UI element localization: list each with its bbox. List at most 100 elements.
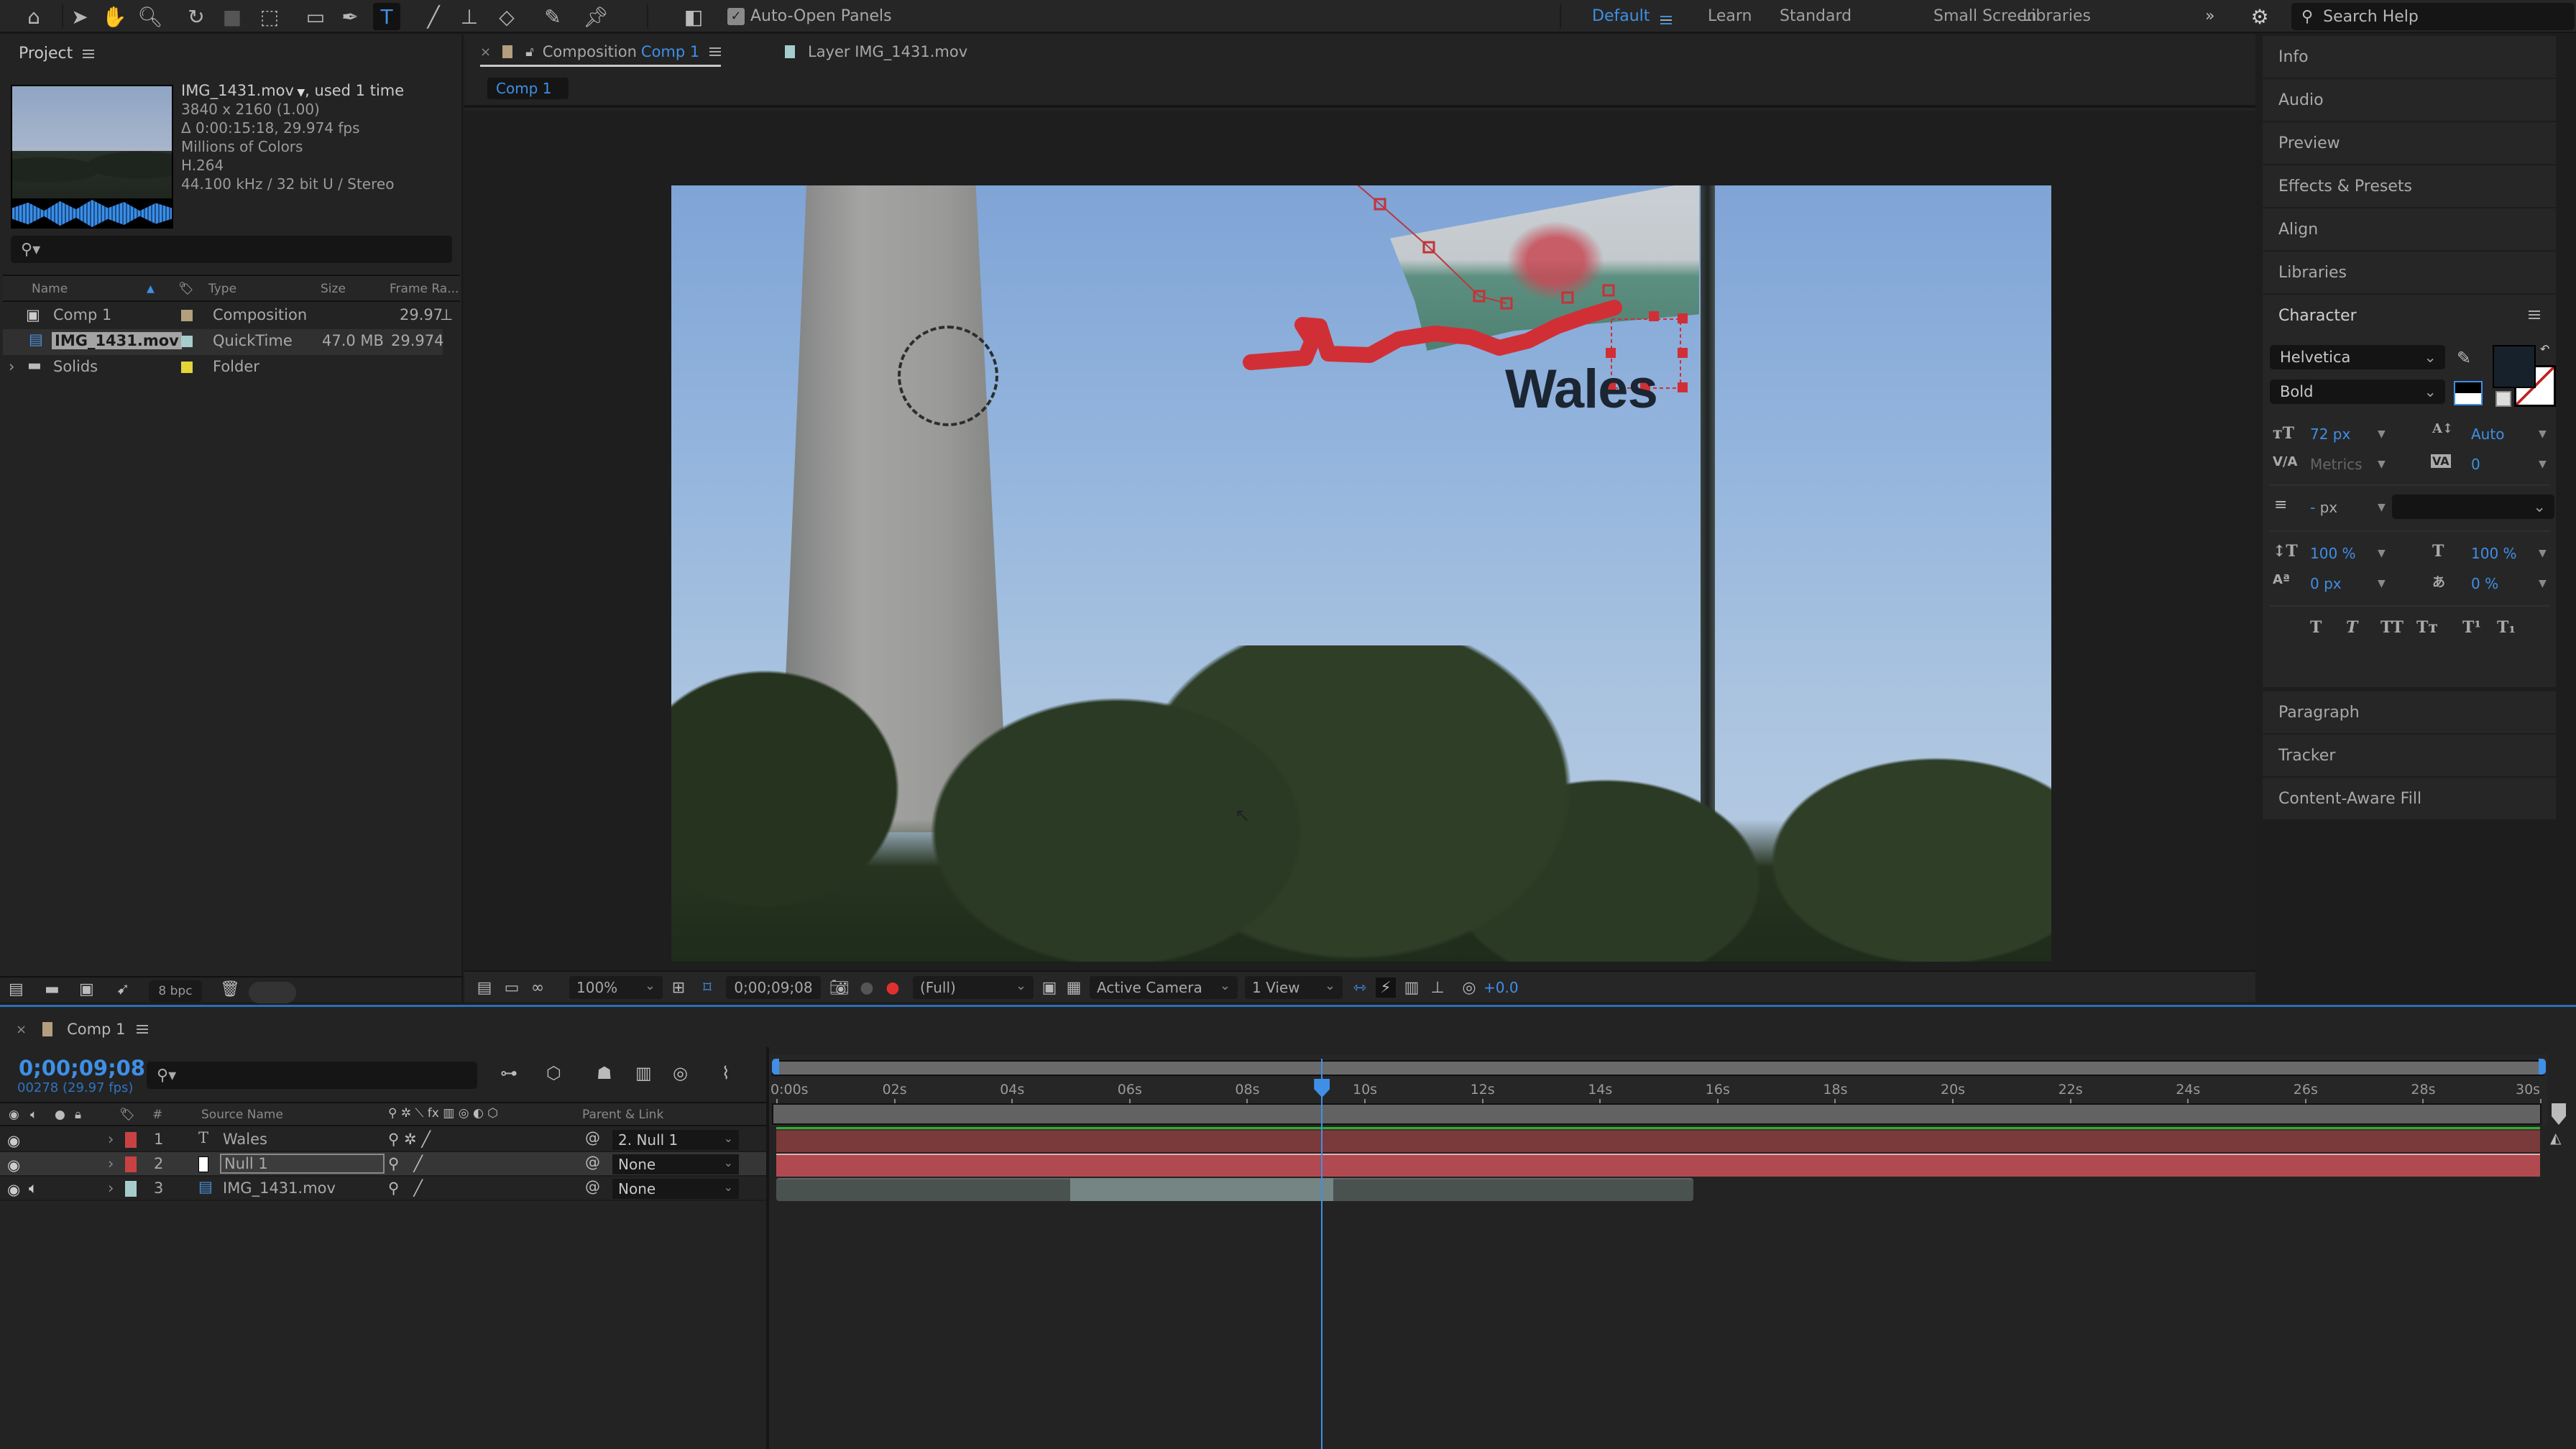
exposure-reset-icon[interactable]: ◎ bbox=[1459, 978, 1479, 998]
layer-switches[interactable]: ⚲ ✲ ╱ bbox=[388, 1131, 431, 1148]
layer-label-color[interactable] bbox=[125, 1132, 137, 1148]
project-item-comp[interactable]: ▣ Comp 1 Composition 29.97 ⊥ bbox=[3, 303, 453, 329]
layer-duration-bar[interactable] bbox=[776, 1154, 2540, 1177]
transparency-grid-icon[interactable]: ▦ bbox=[1064, 978, 1084, 998]
leading-value[interactable]: Auto bbox=[2471, 426, 2504, 443]
new-composition-icon[interactable]: ▣ bbox=[79, 980, 94, 998]
workspace-libraries[interactable]: Libraries bbox=[2023, 7, 2091, 25]
vertical-scale-dropdown-icon[interactable]: ▼ bbox=[2378, 548, 2386, 559]
project-item-footage[interactable]: ▤ IMG_1431.mov QuickTime 47.0 MB 29.974 bbox=[3, 329, 443, 355]
expand-chevron-icon[interactable]: › bbox=[108, 1155, 114, 1172]
horizontal-scale-value[interactable]: 100 % bbox=[2471, 545, 2517, 562]
frame-blending-icon[interactable]: ▥ bbox=[635, 1063, 652, 1083]
panel-menu-icon[interactable] bbox=[83, 49, 95, 58]
stroke-style-dropdown[interactable]: ⌄ bbox=[2392, 494, 2554, 519]
panel-libraries[interactable]: Libraries bbox=[2263, 252, 2556, 293]
layer-switches[interactable]: ⚲ ╱ bbox=[388, 1155, 423, 1172]
type-tool-icon[interactable]: T bbox=[373, 3, 400, 30]
workspace-learn[interactable]: Learn bbox=[1708, 7, 1752, 25]
expand-chevron-icon[interactable]: › bbox=[108, 1131, 114, 1148]
layer-label-color[interactable] bbox=[125, 1181, 137, 1197]
workspace-default[interactable]: Default bbox=[1592, 7, 1650, 25]
toggle-pixel-aspect-icon[interactable]: ⇿ bbox=[1350, 978, 1370, 998]
comp-end-marker[interactable] bbox=[2552, 1103, 2566, 1125]
composition-mini-flowchart-icon[interactable]: ⊶ bbox=[500, 1063, 518, 1083]
current-time-display[interactable]: 0;00;09;08 bbox=[726, 976, 821, 999]
motion-keyframe-handle[interactable] bbox=[1561, 291, 1574, 304]
transform-handle[interactable] bbox=[1678, 348, 1688, 358]
new-folder-icon[interactable]: ▬ bbox=[45, 980, 60, 998]
tracking-dropdown-icon[interactable]: ▼ bbox=[2539, 459, 2547, 470]
composition-viewer[interactable]: Wales ↖ bbox=[464, 111, 2255, 989]
baseline-shift-value[interactable]: 0 px bbox=[2310, 575, 2342, 592]
exposure-value[interactable]: +0.0 bbox=[1484, 979, 1519, 996]
transform-handle[interactable] bbox=[1606, 348, 1616, 358]
puppet-pin-tool-icon[interactable]: 📌︎ bbox=[582, 3, 610, 30]
draft-3d-icon[interactable]: ⬡ bbox=[546, 1063, 561, 1083]
breadcrumb-comp1[interactable]: Comp 1 bbox=[487, 78, 569, 99]
home-icon[interactable]: ⌂ bbox=[20, 3, 47, 30]
rgb-channels-icon[interactable]: ● bbox=[883, 978, 903, 998]
audio-enabled-icon[interactable]: 🔈︎ bbox=[29, 1179, 38, 1197]
trash-icon[interactable]: 🗑︎ bbox=[220, 980, 240, 998]
color-depth-button[interactable]: 8 bpc bbox=[149, 980, 202, 1002]
comp-marker-bin-icon[interactable]: ◭ bbox=[2550, 1129, 2561, 1146]
leading-dropdown-icon[interactable]: ▼ bbox=[2539, 428, 2547, 440]
font-family-dropdown[interactable]: Helvetica ⌄ bbox=[2270, 345, 2445, 369]
parent-dropdown[interactable]: 2. Null 1 ⌄ bbox=[612, 1130, 739, 1150]
time-navigator-bar[interactable] bbox=[772, 1060, 2544, 1076]
panel-preview[interactable]: Preview bbox=[2263, 122, 2556, 164]
transform-handle[interactable] bbox=[1649, 311, 1659, 321]
dropdown-triangle-icon[interactable]: ▼ bbox=[294, 87, 305, 98]
pick-whip-icon[interactable]: @ bbox=[585, 1129, 600, 1146]
layer-switches[interactable]: ⚲ ╱ bbox=[388, 1179, 423, 1197]
sync-settings-icon[interactable]: ⚙ bbox=[2246, 3, 2273, 30]
roto-brush-tool-icon[interactable]: ✎ bbox=[539, 3, 566, 30]
more-workspaces-icon[interactable]: » bbox=[2205, 7, 2214, 25]
fast-previews-icon[interactable]: ⚡︎ bbox=[1376, 978, 1396, 998]
hand-tool-icon[interactable]: ✋ bbox=[101, 3, 128, 30]
tsume-value[interactable]: 0 % bbox=[2471, 575, 2498, 592]
superscript-icon[interactable]: T¹ bbox=[2462, 618, 2481, 637]
always-preview-icon[interactable]: ▤ bbox=[474, 978, 494, 998]
sort-ascending-icon[interactable]: ▲ bbox=[147, 283, 155, 295]
parent-dropdown[interactable]: None ⌄ bbox=[612, 1154, 739, 1174]
monitor-icon[interactable]: ▭ bbox=[502, 978, 522, 998]
transform-handle[interactable] bbox=[1678, 382, 1688, 392]
pick-whip-icon[interactable]: @ bbox=[585, 1154, 600, 1171]
kerning-dropdown-icon[interactable]: ▼ bbox=[2378, 459, 2386, 470]
visibility-eye-icon[interactable]: ◉ bbox=[7, 1156, 23, 1174]
tab-timeline-comp1[interactable]: × Comp 1 bbox=[16, 1018, 447, 1040]
project-search-input[interactable]: ⚲▾ bbox=[11, 236, 452, 263]
video-visibility-icon[interactable]: ◉ bbox=[9, 1108, 19, 1122]
visibility-eye-icon[interactable]: ◉ bbox=[7, 1132, 23, 1149]
panel-align[interactable]: Align bbox=[2263, 208, 2556, 250]
lock-icon[interactable]: 🔒︎ bbox=[75, 1108, 81, 1122]
search-help-input[interactable]: ⚲ Search Help bbox=[2291, 3, 2575, 30]
panel-character-header[interactable]: Character bbox=[2263, 295, 2556, 336]
label-color-swatch[interactable] bbox=[181, 336, 193, 347]
snapshot-camera-icon[interactable]: 📷︎ bbox=[829, 978, 850, 998]
panel-menu-icon[interactable] bbox=[2529, 310, 2540, 319]
panel-content-aware-fill[interactable]: Content-Aware Fill bbox=[2263, 778, 2556, 819]
pen-tool-icon[interactable]: ✒ bbox=[336, 3, 364, 30]
label-color-swatch[interactable] bbox=[181, 362, 193, 373]
grid-guides-icon[interactable]: ⊞ bbox=[668, 978, 689, 998]
auto-open-panels-checkbox[interactable]: ✓ Auto-Open Panels bbox=[727, 7, 892, 25]
panel-paragraph[interactable]: Paragraph bbox=[2263, 691, 2556, 733]
show-snapshot-icon[interactable]: ● bbox=[857, 978, 877, 998]
video-frame[interactable]: Wales bbox=[671, 185, 2051, 962]
zoom-tool-icon[interactable]: 🔍︎ bbox=[137, 3, 164, 30]
label-tag-icon[interactable]: 🏷︎ bbox=[178, 282, 194, 296]
workspace-standard[interactable]: Standard bbox=[1780, 7, 1852, 25]
layer-row[interactable]: ◉ 🔈︎ › 3 ▤ IMG_1431.mov ⚲ ╱ @ None ⌄ bbox=[0, 1177, 768, 1201]
baseline-shift-dropdown-icon[interactable]: ▼ bbox=[2378, 578, 2386, 589]
motion-blur-icon[interactable]: ◎ bbox=[673, 1063, 688, 1083]
motion-path-overlay[interactable] bbox=[671, 185, 2051, 962]
pan-behind-tool-icon[interactable]: ⬚ bbox=[256, 3, 283, 30]
horizontal-scale-dropdown-icon[interactable]: ▼ bbox=[2539, 548, 2547, 559]
kerning-value[interactable]: Metrics bbox=[2310, 456, 2363, 473]
tracking-value[interactable]: 0 bbox=[2471, 456, 2480, 473]
vertical-scale-value[interactable]: 100 % bbox=[2310, 545, 2356, 562]
layer-label-color[interactable] bbox=[125, 1156, 137, 1172]
